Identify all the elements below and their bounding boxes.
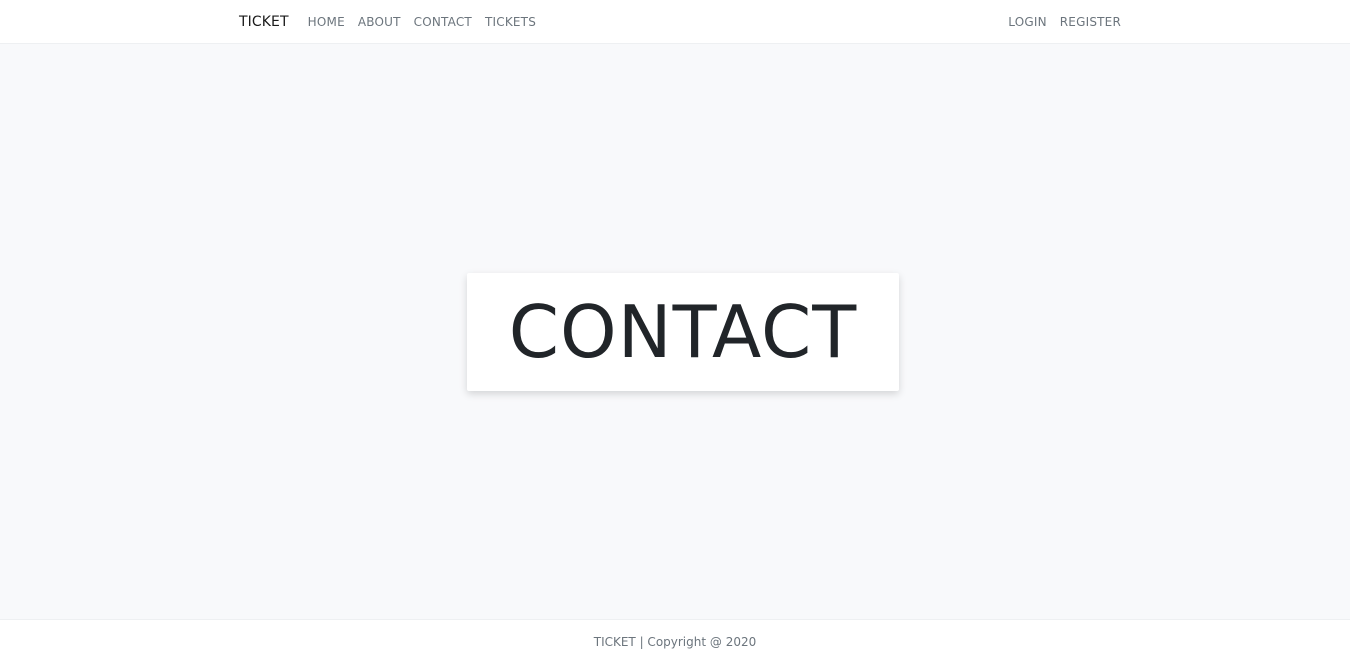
navbar-container: TICKET HOME ABOUT CONTACT TICKETS LOGIN … xyxy=(239,0,1121,44)
nav-link-tickets[interactable]: TICKETS xyxy=(485,15,536,29)
main-content: CONTACT xyxy=(0,44,1350,619)
nav-link-about[interactable]: ABOUT xyxy=(358,15,401,29)
nav-right: LOGIN REGISTER xyxy=(1008,15,1121,29)
nav-link-register[interactable]: REGISTER xyxy=(1060,15,1121,29)
nav-link-home[interactable]: HOME xyxy=(308,15,345,29)
hero-card: CONTACT xyxy=(467,273,899,391)
navbar: TICKET HOME ABOUT CONTACT TICKETS LOGIN … xyxy=(0,0,1350,44)
page-title: CONTACT xyxy=(508,290,858,374)
footer-copyright: TICKET | Copyright @ 2020 xyxy=(593,635,757,649)
nav-link-login[interactable]: LOGIN xyxy=(1008,15,1047,29)
nav-link-contact[interactable]: CONTACT xyxy=(414,15,472,29)
footer: TICKET | Copyright @ 2020 xyxy=(0,619,1350,664)
brand-link[interactable]: TICKET xyxy=(239,14,289,30)
nav-left: TICKET HOME ABOUT CONTACT TICKETS xyxy=(239,14,549,30)
